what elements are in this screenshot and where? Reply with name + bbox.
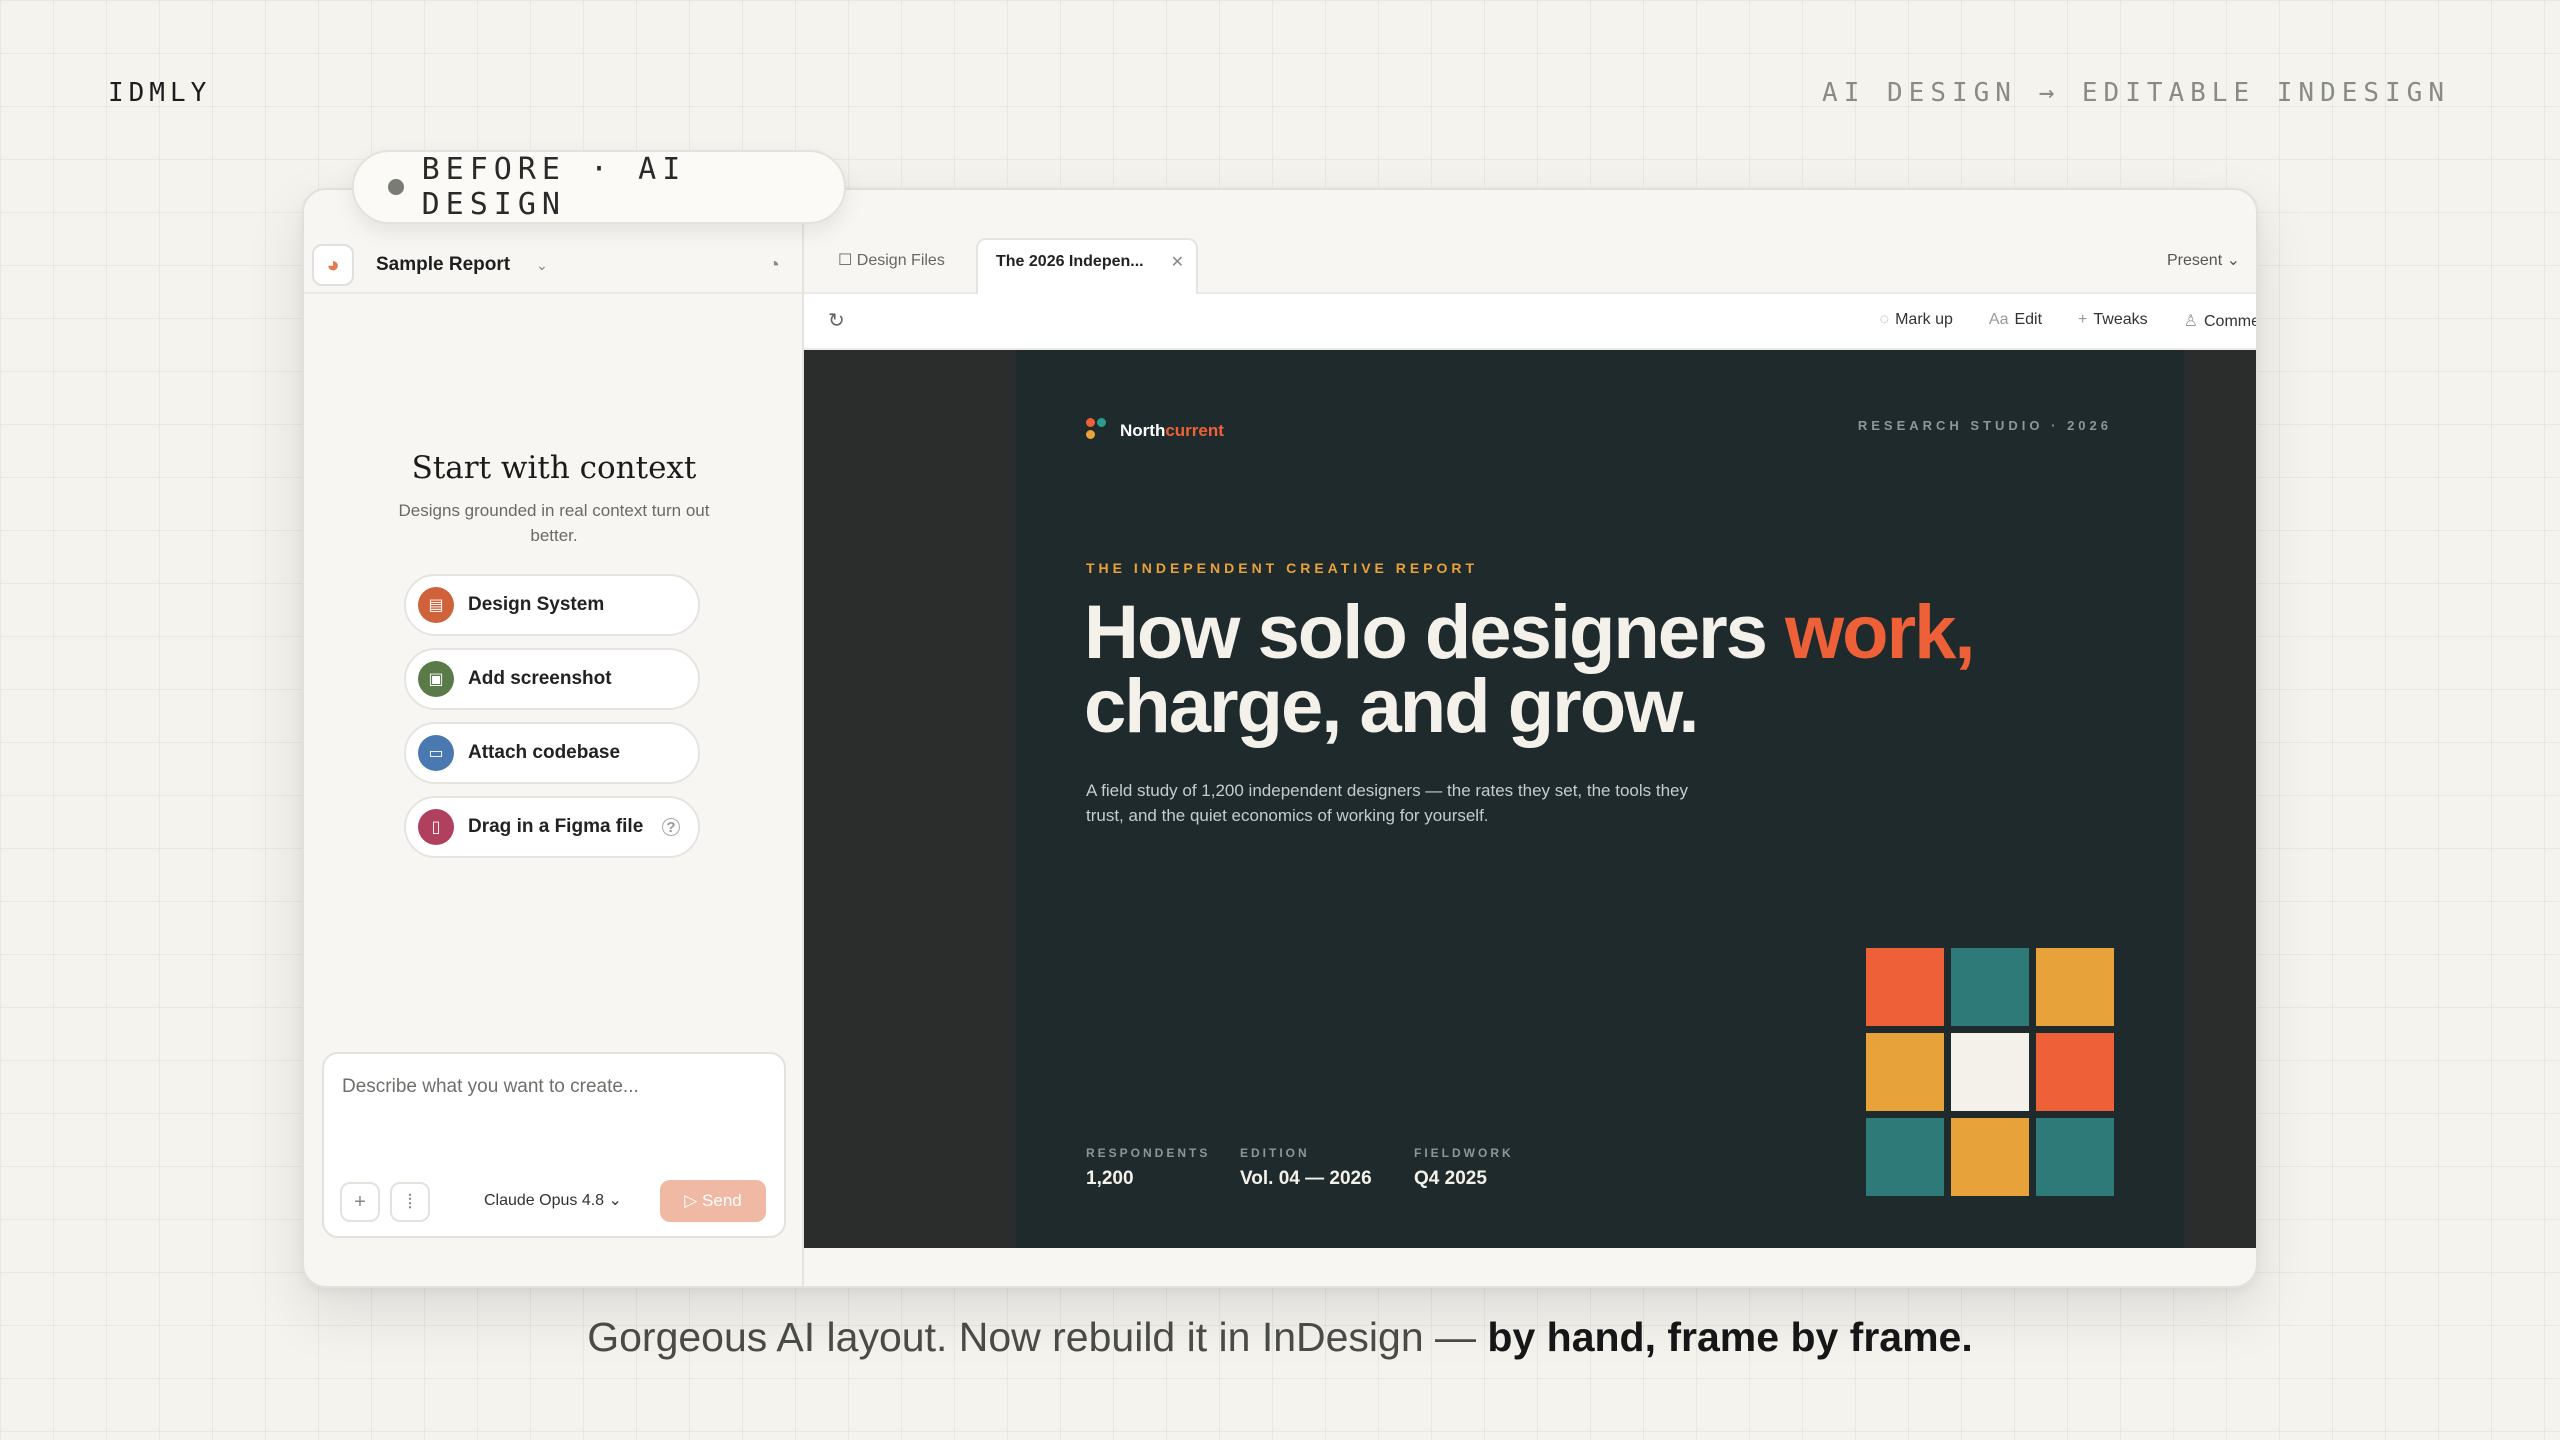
model-label: Claude Opus 4.8 xyxy=(484,1192,605,1209)
chevron-down-icon: ⌄ xyxy=(608,1192,622,1209)
headline-line1: How solo designers xyxy=(1084,590,1786,675)
design-system-button[interactable]: ▤ Design System xyxy=(404,574,700,636)
text-icon: Aa xyxy=(1988,311,2009,328)
preview-canvas: Northcurrent RESEARCH STUDIO · 2026 THE … xyxy=(804,350,2256,1248)
context-subtitle: Designs grounded in real context turn ou… xyxy=(398,501,710,545)
status-dot-icon xyxy=(388,179,404,195)
stat-value: Vol. 04 — 2026 xyxy=(1240,1168,1372,1189)
refresh-icon[interactable]: ↻ xyxy=(828,308,845,333)
stat-edition: EDITION Vol. 04 — 2026 xyxy=(1240,1146,1372,1190)
markup-button[interactable]: ◌ Mark up xyxy=(1880,311,1953,331)
preview-toolbar: ↻ ◌ Mark up Aa Edit + Tweaks ♙ Comme xyxy=(804,294,2258,350)
palette-icon[interactable]: ◕ xyxy=(312,244,354,286)
figma-file-button[interactable]: ▯ Drag in a Figma file ? xyxy=(404,796,700,858)
color-tile xyxy=(1951,1118,2029,1196)
add-attachment-button[interactable]: + xyxy=(340,1182,380,1222)
color-tile xyxy=(1951,1033,2029,1111)
stat-label: EDITION xyxy=(1240,1146,1310,1160)
attach-codebase-button[interactable]: ▭ Attach codebase xyxy=(404,722,700,784)
send-label: Send xyxy=(702,1191,742,1210)
present-label: Present xyxy=(2167,252,2223,269)
report-headline: How solo designers work, charge, and gro… xyxy=(1084,595,1976,745)
headline-line2: charge, and grow. xyxy=(1084,664,1700,749)
prompt-composer: Describe what you want to create... + ⦙ … xyxy=(322,1052,786,1238)
logo-word-a: North xyxy=(1120,421,1166,440)
report-lede: A field study of 1,200 independent desig… xyxy=(1086,781,1688,825)
comment-icon: ♙ xyxy=(2183,313,2198,330)
comment-button[interactable]: ♙ Comme xyxy=(2183,311,2258,331)
tab-active-document[interactable]: The 2026 Indepen... ✕ xyxy=(976,238,1198,294)
markup-label: Mark up xyxy=(1895,311,1953,328)
add-screenshot-label: Add screenshot xyxy=(468,668,612,689)
stat-value: Q4 2025 xyxy=(1414,1168,1487,1189)
send-icon: ▷ xyxy=(684,1191,703,1210)
edit-button[interactable]: Aa Edit xyxy=(1989,311,2042,331)
caption-bold: by hand, frame by frame. xyxy=(1487,1314,1973,1360)
voice-input-button[interactable]: ⦙ xyxy=(390,1182,430,1222)
close-icon[interactable]: ✕ xyxy=(1171,252,1184,272)
stat-value: 1,200 xyxy=(1086,1168,1134,1189)
context-title: Start with context xyxy=(411,450,697,486)
logo-word-b: current xyxy=(1165,421,1224,440)
notification-icon[interactable]: ◔ xyxy=(768,254,780,277)
tweaks-label: Tweaks xyxy=(2093,311,2148,328)
tab-design-files[interactable]: ☐ Design Files xyxy=(838,250,945,270)
color-tile xyxy=(1951,948,2029,1026)
logo-dots-icon xyxy=(1086,418,1106,444)
design-system-label: Design System xyxy=(468,594,605,615)
color-tile xyxy=(1866,948,1944,1026)
chevron-down-icon: ⌄ xyxy=(2226,252,2240,269)
color-tile xyxy=(2036,1033,2114,1111)
tweaks-button[interactable]: + Tweaks xyxy=(2078,311,2148,331)
studio-label: RESEARCH STUDIO · 2026 xyxy=(1857,418,2112,433)
code-icon: ▭ xyxy=(418,735,454,771)
comment-label: Comme xyxy=(2203,313,2258,330)
color-tile xyxy=(2036,1118,2114,1196)
color-tile-grid xyxy=(1866,948,2114,1196)
plus-icon: + xyxy=(2078,311,2088,328)
stat-label: RESPONDENTS xyxy=(1086,1146,1211,1160)
project-name[interactable]: Sample Report xyxy=(376,254,510,276)
stat-label: FIELDWORK xyxy=(1414,1146,1514,1160)
color-tile xyxy=(2036,948,2114,1026)
add-screenshot-button[interactable]: ▣ Add screenshot xyxy=(404,648,700,710)
folder-icon: ☐ xyxy=(838,252,857,269)
stat-fieldwork: FIELDWORK Q4 2025 xyxy=(1414,1146,1514,1190)
help-icon[interactable]: ? xyxy=(662,818,680,836)
sidebar: ◕ Sample Report ⌄ ◔ Start with context D… xyxy=(304,190,804,1286)
attach-codebase-label: Attach codebase xyxy=(468,742,621,763)
edit-label: Edit xyxy=(2014,311,2043,328)
present-button[interactable]: Present ⌄ xyxy=(2167,250,2240,270)
design-system-icon: ▤ xyxy=(418,587,454,623)
badge-label: BEFORE · AI DESIGN xyxy=(421,152,687,222)
before-badge: BEFORE · AI DESIGN xyxy=(352,150,846,224)
caption: Gorgeous AI layout. Now rebuild it in In… xyxy=(0,1314,2560,1361)
app-window: ◕ Sample Report ⌄ ◔ Start with context D… xyxy=(302,188,2258,1288)
report-cover-slide: Northcurrent RESEARCH STUDIO · 2026 THE … xyxy=(1016,350,2184,1248)
color-tile xyxy=(1866,1033,1944,1111)
northcurrent-logo: Northcurrent xyxy=(1086,418,1224,444)
image-icon: ▣ xyxy=(418,661,454,697)
tab-bar: ☐ Design Files The 2026 Indepen... ✕ Pre… xyxy=(804,190,2256,294)
prompt-input[interactable]: Describe what you want to create... xyxy=(342,1076,639,1098)
tagline: AI DESIGN → EDITABLE INDESIGN xyxy=(1822,78,2450,108)
file-icon: ▯ xyxy=(418,809,454,845)
stat-respondents: RESPONDENTS 1,200 xyxy=(1086,1146,1210,1190)
model-selector[interactable]: Claude Opus 4.8 ⌄ xyxy=(484,1190,622,1210)
markup-icon: ◌ xyxy=(1879,311,1890,328)
tab-active-label: The 2026 Indepen... xyxy=(996,253,1144,270)
brand-logo: IDMLY xyxy=(108,78,212,108)
headline-accent: work, xyxy=(1785,590,1975,675)
figma-file-label: Drag in a Figma file xyxy=(468,816,644,837)
color-tile xyxy=(1866,1118,1944,1196)
send-button[interactable]: ▷ Send xyxy=(660,1180,766,1222)
tab-design-files-label: Design Files xyxy=(856,252,945,269)
preview-panel: ☐ Design Files The 2026 Indepen... ✕ Pre… xyxy=(804,190,2258,1286)
report-kicker: THE INDEPENDENT CREATIVE REPORT xyxy=(1086,560,1479,576)
caption-normal: Gorgeous AI layout. Now rebuild it in In… xyxy=(587,1314,1488,1360)
chevron-down-icon[interactable]: ⌄ xyxy=(536,257,548,274)
